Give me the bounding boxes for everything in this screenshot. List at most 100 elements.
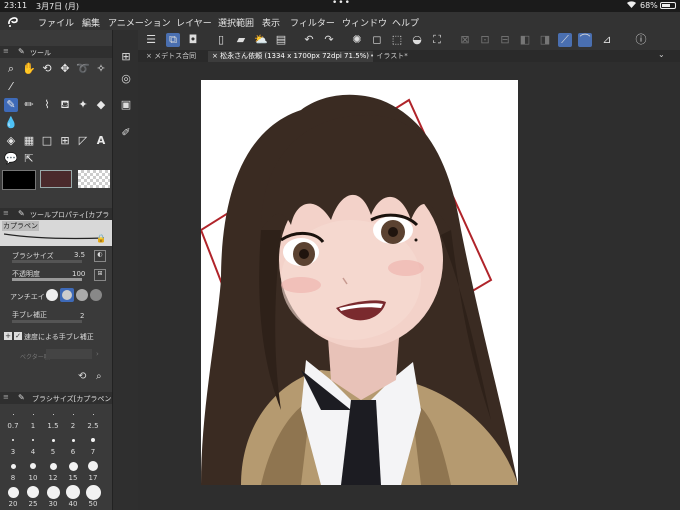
menu-help[interactable]: ヘルプ [392,16,419,29]
help-icon[interactable]: ⓘ [634,33,648,47]
lasso-icon[interactable]: ➰ [76,62,90,76]
brush-layer-icon[interactable]: ✐ [119,126,133,140]
figure-icon[interactable]: □ [40,134,54,148]
tab-document-2[interactable]: × 松永さん依頼 (1334 x 1700px 72dpi 71.5%) [208,51,374,62]
brush-size-preset[interactable]: 2 [64,406,82,432]
panel-menu-icon[interactable]: ≡ [3,393,9,401]
brush-size-preset[interactable]: 20 [4,484,22,510]
drawing-canvas[interactable] [201,80,518,485]
magic-wand-icon[interactable]: ✧ [94,62,108,76]
menu-window[interactable]: ウィンドウ [342,16,387,29]
menu-file[interactable]: ファイル [38,16,74,29]
transparent-color-swatch[interactable] [78,170,110,188]
lock-icon[interactable]: 🔒 [96,234,106,243]
frame-icon[interactable]: ⊞ [58,134,72,148]
chevron-right-icon[interactable]: › [96,350,99,358]
text-icon[interactable]: A [94,134,108,148]
opacity-slider[interactable] [12,278,82,281]
grid-snap-icon[interactable]: ⊿ [600,33,614,47]
app-logo-icon[interactable] [6,14,20,28]
undo-icon[interactable]: ↶ [302,33,316,47]
brush-size-preset[interactable]: 3 [4,432,22,458]
brush-size-preset[interactable]: 2.5 [84,406,102,432]
airbrush-icon[interactable]: ⛾ [58,98,72,112]
eraser-icon[interactable]: ◆ [94,98,108,112]
brush-size-value[interactable]: 3.5 [74,251,85,259]
reset-icon[interactable]: ⟲ [78,371,86,382]
checkbox-speed-stabilization[interactable]: ✓ [14,332,22,340]
brush-size-preset[interactable]: 5 [44,432,62,458]
sub-color-swatch[interactable] [40,170,72,188]
pen-tool-icon[interactable]: ✎ [4,98,18,112]
opacity-value[interactable]: 100 [72,270,85,278]
ruler-snap-icon[interactable]: ⟋ [558,33,572,47]
expand-icon[interactable]: + [4,332,12,340]
antialias-none-option[interactable] [46,289,58,301]
brush-size-preset[interactable]: 0.7 [4,406,22,432]
tab-document-3[interactable]: • イラスト* [366,51,412,62]
save-icon[interactable]: ▤ [274,33,288,47]
vector-eraser-options[interactable] [46,349,92,359]
hand-icon[interactable]: ✋ [22,62,36,76]
add-panel-icon[interactable]: ⊞ [119,50,133,64]
scale-icon[interactable]: ⊟ [498,33,512,47]
special-ruler-snap-icon[interactable]: ⌒ [578,33,592,47]
antialias-medium-option[interactable] [76,289,88,301]
clear-icon[interactable]: ◻ [370,33,384,47]
pencil-icon[interactable]: ✏ [22,98,36,112]
loading-icon[interactable]: ✺ [350,33,364,47]
layer-property-icon[interactable]: ▣ [119,98,133,112]
rotate-view-icon[interactable]: ⟲ [40,62,54,76]
multitasking-dots-icon[interactable]: ••• [332,0,351,8]
navigator-icon[interactable]: ◎ [119,72,133,86]
ruler-icon[interactable]: ◸ [76,134,90,148]
menu-filter[interactable]: フィルター [290,16,335,29]
brush-size-preset[interactable]: 15 [64,458,82,484]
brush-size-preset[interactable]: 1.5 [44,406,62,432]
brush-size-preset[interactable]: 50 [84,484,102,510]
menu-layer[interactable]: レイヤー [176,16,212,29]
fill-icon[interactable]: ◈ [4,134,18,148]
balloon-icon[interactable]: 💬 [4,152,18,166]
panel-menu-icon[interactable]: ≡ [3,47,9,55]
brush-size-preset[interactable]: 25 [24,484,42,510]
antialias-strong-option[interactable] [90,289,102,301]
clear-selection-icon[interactable]: ⬚ [390,33,404,47]
menu-icon[interactable]: ☰ [144,33,158,47]
close-tab-icon[interactable]: × [146,52,152,60]
menu-edit[interactable]: 編集 [82,16,100,29]
open-file-icon[interactable]: ▰ [234,33,248,47]
brush-size-slider[interactable] [12,260,82,263]
opacity-settings-icon[interactable]: ⊞ [94,269,106,281]
brush-size-preset[interactable]: 1 [24,406,42,432]
main-color-swatch[interactable] [2,170,36,190]
flip-icon[interactable]: ◧ [518,33,532,47]
gradient-icon[interactable]: ▦ [22,134,36,148]
close-tab-icon[interactable]: × [212,52,218,60]
new-file-icon[interactable]: ▯ [214,33,228,47]
eyedropper-icon[interactable]: ⁄ [4,80,18,94]
cloud-icon[interactable]: ⛅ [254,33,268,47]
invert-icon[interactable]: ⊡ [478,33,492,47]
tab-list-chevron-icon[interactable]: ⌄ [658,50,665,59]
brush-size-preset[interactable]: 8 [4,458,22,484]
brush-tool-icon[interactable]: ⌇ [40,98,54,112]
tab-document-1[interactable]: × メデトス合同 [142,51,200,62]
fill-selection-icon[interactable]: ◒ [410,33,424,47]
menu-selection[interactable]: 選択範囲 [218,16,254,29]
menu-view[interactable]: 表示 [262,16,280,29]
transform-icon[interactable]: ⛶ [430,33,444,47]
export-icon[interactable]: ◘ [186,33,200,47]
brush-size-preset[interactable]: 12 [44,458,62,484]
brush-size-preset[interactable]: 7 [84,432,102,458]
pressure-icon[interactable]: ◐ [94,250,106,262]
panel-menu-icon[interactable]: ≡ [3,209,9,217]
crop-icon[interactable]: ⊠ [458,33,472,47]
brush-size-preset[interactable]: 4 [24,432,42,458]
stabilization-value[interactable]: 2 [80,312,84,320]
menu-animation[interactable]: アニメーション [108,16,171,29]
brush-size-preset[interactable]: 17 [84,458,102,484]
select-layer-icon[interactable]: ⧉ [166,33,180,47]
decoration-icon[interactable]: ✦ [76,98,90,112]
correct-line-icon[interactable]: ⇱ [22,152,36,166]
